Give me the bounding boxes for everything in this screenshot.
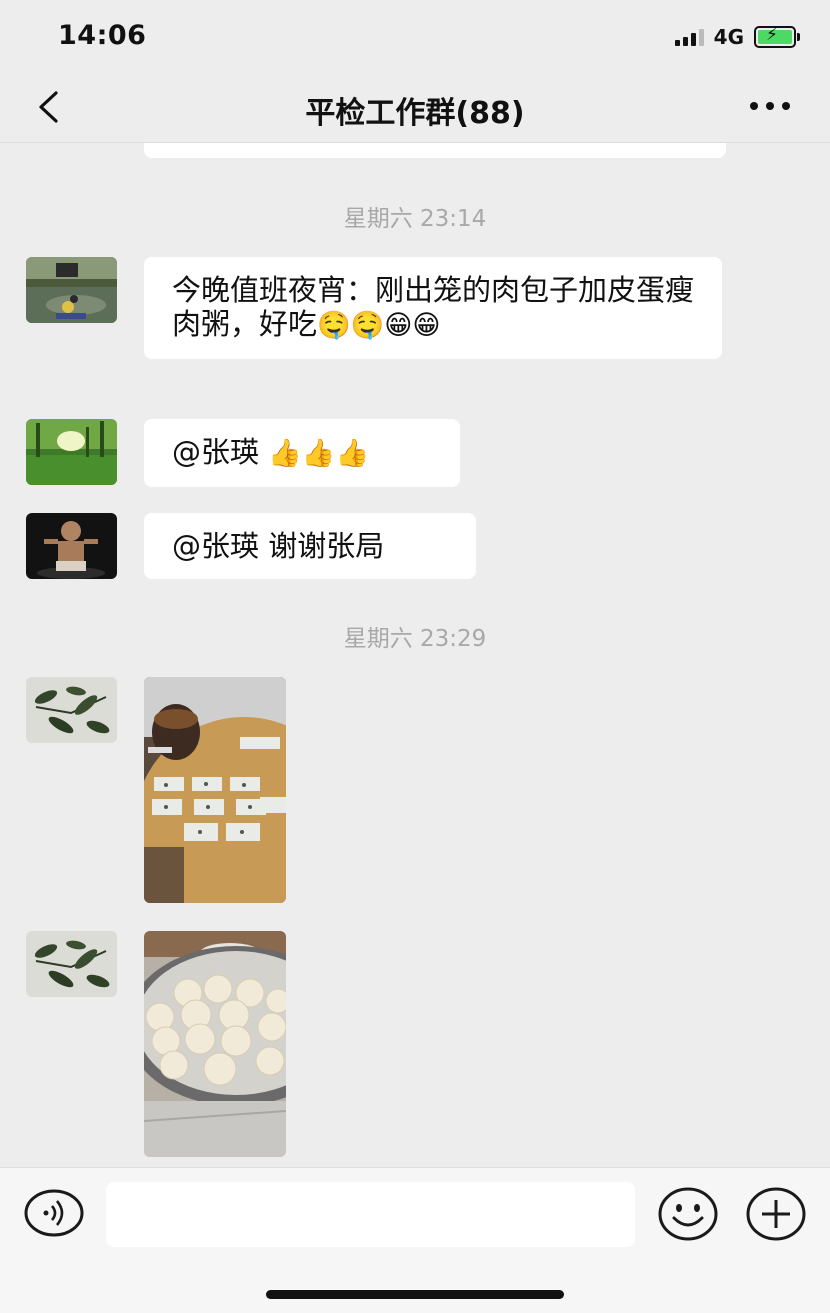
signal-icon [674, 28, 704, 46]
page-title: 平检工作群(88) [305, 96, 525, 131]
message-list[interactable]: 星期六 23:14 今晚值班夜宵：刚出笼的肉包子加皮蛋瘦肉粥，好吃🤤🤤😁😁 @张… [0, 143, 830, 1167]
thumbs-up-emoji-group: 👍👍👍 [268, 438, 370, 469]
photo-buns-steamer[interactable] [144, 931, 286, 1157]
more-options-icon[interactable] [750, 102, 790, 110]
message-text: @张瑛 谢谢张局 [172, 529, 385, 563]
avatar-plant[interactable] [26, 677, 117, 743]
status-indicators: 4G ⚡ [674, 25, 800, 49]
photo-porridge[interactable] [144, 677, 286, 903]
message-bubble[interactable]: @张瑛 👍👍👍 [144, 419, 460, 487]
status-time: 14:06 [58, 20, 147, 51]
message-bubble[interactable]: @张瑛 谢谢张局 [144, 513, 476, 579]
message-input[interactable] [106, 1182, 635, 1247]
avatar-scene-pond[interactable] [26, 257, 117, 323]
voice-input-icon[interactable] [23, 1188, 85, 1238]
avatar-dark-figure[interactable] [26, 513, 117, 579]
nav-bar: 平检工作群(88) [0, 70, 830, 143]
add-more-icon[interactable] [746, 1186, 806, 1242]
timestamp: 星期六 23:14 [343, 206, 487, 232]
network-type: 4G [713, 25, 744, 49]
home-indicator [266, 1290, 564, 1299]
status-bar: 14:06 4G ⚡ [0, 0, 830, 70]
emoji-group: 🤤🤤😁😁 [317, 310, 441, 341]
avatar-forest[interactable] [26, 419, 117, 485]
emoji-icon[interactable] [658, 1186, 718, 1242]
avatar-plant[interactable] [26, 931, 117, 997]
message-bubble[interactable]: 今晚值班夜宵：刚出笼的肉包子加皮蛋瘦肉粥，好吃🤤🤤😁😁 [144, 257, 722, 359]
previous-message-bubble[interactable] [144, 143, 726, 158]
timestamp: 星期六 23:29 [343, 626, 487, 652]
battery-icon: ⚡ [754, 25, 800, 48]
message-text: @张瑛 [172, 435, 269, 469]
